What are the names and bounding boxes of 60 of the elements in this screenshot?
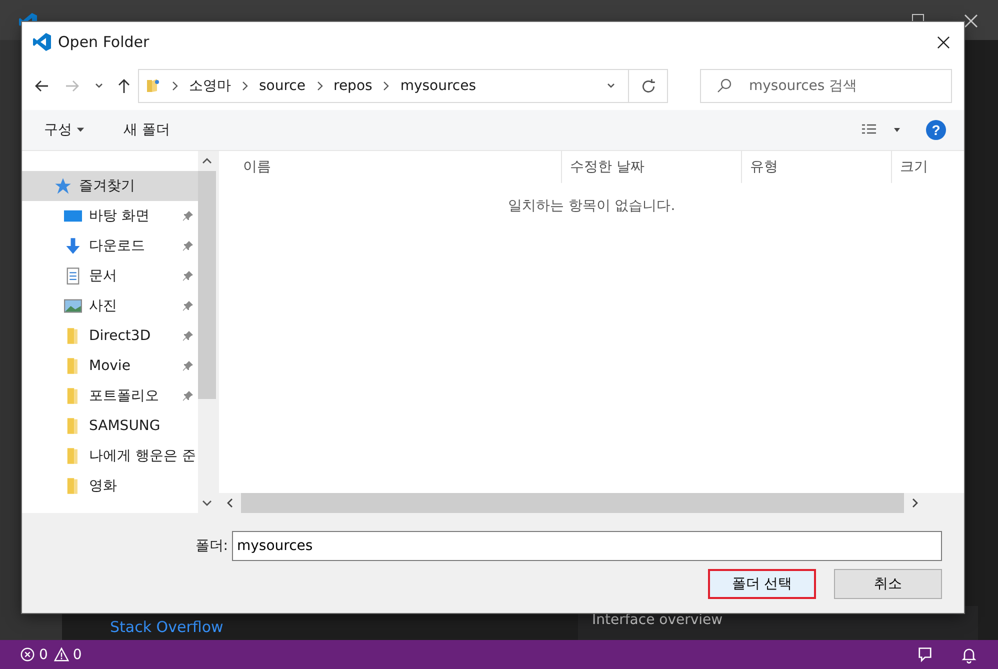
nav-item[interactable]: 나에게 행운은 준: [22, 441, 198, 471]
search-icon: [716, 78, 732, 94]
chevron-right-icon: [171, 81, 179, 91]
chevron-right-icon: [382, 81, 390, 91]
new-folder-button[interactable]: 새 폴더: [123, 121, 170, 139]
folder-name-field[interactable]: mysources: [232, 531, 942, 561]
select-folder-button[interactable]: 폴더 선택: [708, 569, 816, 599]
column-header[interactable]: 유형: [742, 151, 892, 183]
nav-item[interactable]: 다운로드: [22, 231, 198, 261]
scrollbar[interactable]: [198, 151, 216, 513]
back-icon[interactable]: [34, 78, 50, 94]
search-field[interactable]: mysources 검색: [700, 69, 952, 103]
close-icon[interactable]: [937, 36, 950, 48]
column-header[interactable]: 수정한 날짜: [562, 151, 742, 183]
scroll-up-icon[interactable]: [202, 156, 212, 166]
chevron-right-icon: [241, 81, 249, 91]
bell-icon[interactable]: [960, 646, 978, 664]
error-count[interactable]: 0: [39, 646, 48, 662]
dialog-title: Open Folder: [58, 33, 150, 51]
error-icon[interactable]: [20, 647, 35, 662]
caret-icon: [76, 125, 86, 134]
up-icon[interactable]: [116, 78, 132, 94]
breadcrumb-item[interactable]: repos: [334, 78, 372, 94]
panel-item: Interface overview: [592, 612, 723, 628]
folder-label: 폴더:: [195, 537, 228, 555]
scroll-right-icon[interactable]: [910, 498, 920, 508]
warning-count[interactable]: 0: [72, 646, 82, 662]
picture-icon: [64, 297, 82, 315]
scroll-left-icon[interactable]: [225, 498, 235, 508]
breadcrumb-item[interactable]: 소영마: [189, 77, 231, 95]
nav-item[interactable]: 즐겨찾기: [22, 171, 198, 201]
nav-item[interactable]: SAMSUNG: [22, 411, 198, 441]
nav-item[interactable]: Movie: [22, 351, 198, 381]
nav-item[interactable]: Direct3D: [22, 321, 198, 351]
nav-item[interactable]: 사진: [22, 291, 198, 321]
scroll-thumb[interactable]: [198, 171, 216, 399]
star-icon: [54, 177, 72, 195]
address-bar[interactable]: 소영마 source repos mysources: [138, 69, 668, 103]
breadcrumb-item[interactable]: source: [259, 78, 306, 94]
feedback-icon[interactable]: [916, 646, 934, 664]
nav-item[interactable]: 문서: [22, 261, 198, 291]
document-icon: [64, 267, 82, 285]
chevron-right-icon: [316, 81, 324, 91]
nav-item[interactable]: 바탕 화면: [22, 201, 198, 231]
empty-message: 일치하는 항목이 없습니다.: [506, 197, 676, 216]
scroll-down-icon[interactable]: [202, 498, 212, 508]
link[interactable]: Stack Overflow: [110, 618, 224, 636]
down-arrow-icon: [64, 237, 82, 255]
refresh-icon[interactable]: [640, 78, 656, 94]
logo-icon: [32, 32, 52, 52]
column-header[interactable]: 크기: [892, 151, 964, 183]
column-header[interactable]: 이름: [219, 151, 562, 183]
folder-icon: [145, 78, 161, 94]
warning-icon[interactable]: [54, 647, 69, 662]
organize-button[interactable]: 구성: [44, 121, 86, 139]
nav-item[interactable]: 영화: [22, 471, 198, 501]
nav-item[interactable]: 포트폴리오: [22, 381, 198, 411]
help-button[interactable]: ?: [926, 120, 946, 140]
cancel-button[interactable]: 취소: [834, 569, 942, 599]
breadcrumb-item[interactable]: mysources: [400, 78, 476, 94]
